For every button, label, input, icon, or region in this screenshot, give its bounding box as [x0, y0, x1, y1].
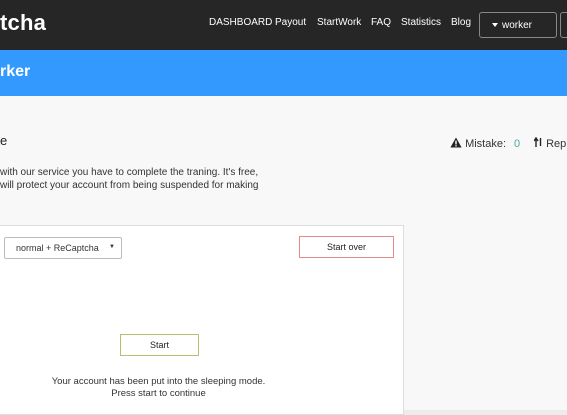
- sleeping-mode-message: Your account has been put into the sleep…: [0, 376, 321, 400]
- dropdown-arrow-icon: ▼: [109, 244, 115, 250]
- mistake-label: Mistake:: [465, 138, 507, 150]
- nav-blog[interactable]: Blog: [451, 17, 471, 28]
- nav-payout[interactable]: Payout: [275, 17, 306, 28]
- message-line: Your account has been put into the sleep…: [51, 376, 266, 387]
- start-button[interactable]: Start: [120, 334, 199, 356]
- rep-stat: Rep: [533, 136, 567, 150]
- page-banner: rker: [0, 50, 567, 96]
- site-logo[interactable]: tcha: [0, 10, 46, 36]
- user-menu-label: worker: [502, 20, 533, 31]
- nav-faq[interactable]: FAQ: [371, 17, 391, 28]
- training-description: with our service you have to complete th…: [0, 166, 280, 192]
- user-menu-button[interactable]: worker: [479, 12, 557, 38]
- rep-label: Rep: [546, 138, 567, 150]
- message-line: Press start to continue: [111, 388, 206, 399]
- caret-down-icon: [492, 23, 498, 27]
- section-heading: e: [0, 133, 8, 148]
- description-line: will protect your account from being sus…: [0, 180, 259, 191]
- mistake-stat: Mistake: 0: [450, 137, 520, 150]
- start-over-button[interactable]: Start over: [299, 236, 394, 258]
- page-title: rker: [0, 63, 31, 80]
- nav-startwork[interactable]: StartWork: [317, 17, 361, 28]
- main-content: e with our service you have to complete …: [0, 96, 567, 415]
- mode-select[interactable]: normal + ReCaptcha ▼: [4, 237, 122, 259]
- mode-select-value: normal + ReCaptcha: [16, 243, 99, 253]
- training-panel: normal + ReCaptcha ▼ Start over Start Yo…: [0, 225, 404, 415]
- warning-icon: [450, 137, 462, 148]
- top-navbar: tcha DASHBOARD Payout StartWork FAQ Stat…: [0, 0, 567, 50]
- nav-statistics[interactable]: Statistics: [401, 17, 441, 28]
- mistake-value: 0: [514, 138, 521, 150]
- sort-icon: [533, 136, 542, 147]
- nav-dashboard[interactable]: DASHBOARD: [209, 17, 272, 28]
- description-line: with our service you have to complete th…: [0, 167, 259, 178]
- secondary-menu-button[interactable]: [560, 12, 567, 38]
